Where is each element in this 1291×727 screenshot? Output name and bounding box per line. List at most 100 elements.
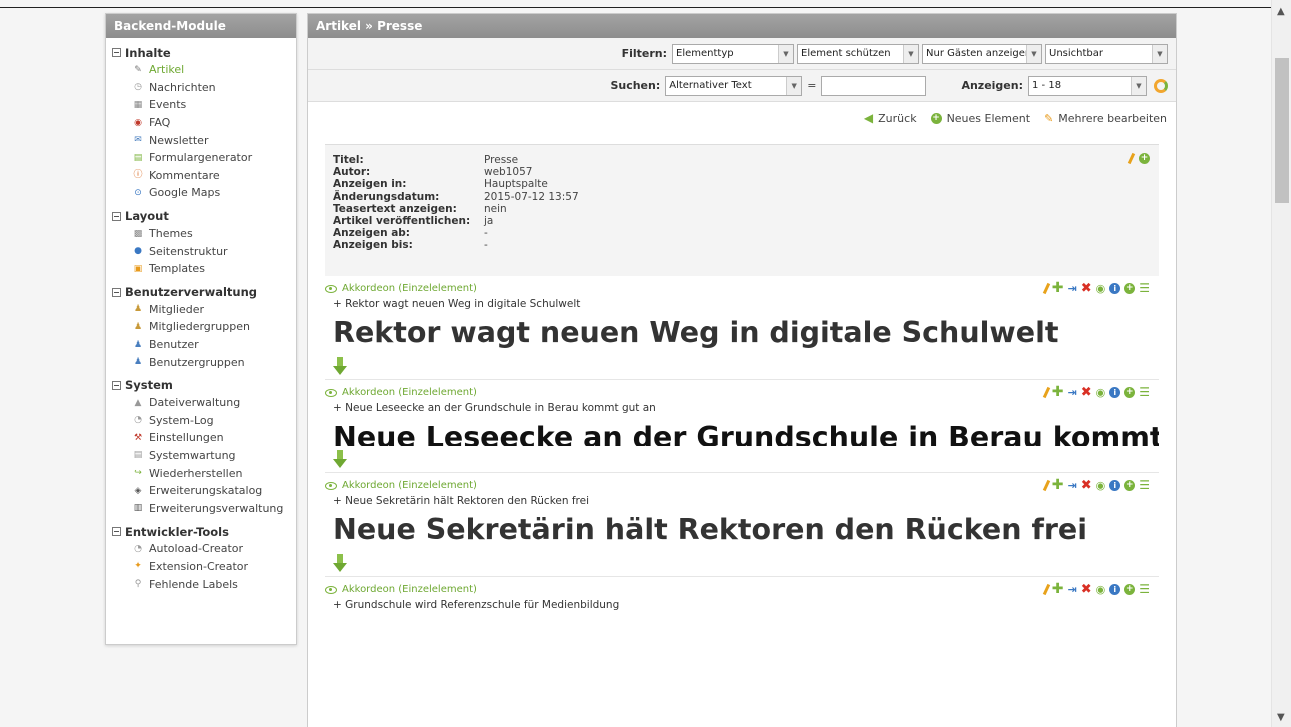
sidebar-item-autoload-creator[interactable]: ◔ Autoload-Creator: [106, 540, 296, 558]
delete-icon[interactable]: ✖: [1081, 478, 1092, 493]
element-headline: Neue Sekretärin hält Rektoren den Rücken…: [333, 513, 1088, 546]
element-tools: ✚ ⇥ ✖ ◉ i + ☰: [1042, 384, 1150, 400]
scroll-up-icon[interactable]: ▲: [1277, 6, 1285, 17]
eye-icon: [325, 481, 337, 490]
nav-group-toggle[interactable]: Layout: [106, 208, 296, 225]
eye-icon: [325, 284, 337, 293]
delete-icon[interactable]: ✖: [1081, 582, 1092, 597]
drag-handle-icon[interactable]: ☰: [1139, 582, 1150, 596]
search-field-select[interactable]: Alternativer Text ▼: [665, 75, 803, 96]
drag-handle-icon[interactable]: ☰: [1139, 281, 1150, 295]
paste-after-icon[interactable]: +: [1124, 479, 1136, 491]
drag-handle-icon[interactable]: ☰: [1139, 385, 1150, 399]
sidebar-item-system-log[interactable]: ◔ System-Log: [106, 412, 296, 430]
sidebar-item-nachrichten[interactable]: ◷ Nachrichten: [106, 79, 296, 97]
top-border: [0, 7, 1271, 8]
edit-multiple-button[interactable]: ✎ Mehrere bearbeiten: [1044, 112, 1167, 125]
content-element: Akkordeon (Einzelelement) ✚ ⇥ ✖ ◉ i + ☰ …: [325, 577, 1159, 614]
sidebar-item-erweiterungsverwaltung[interactable]: ▥ Erweiterungsverwaltung: [106, 499, 296, 517]
sidebar-item-extension-creator[interactable]: ✦ Extension-Creator: [106, 558, 296, 576]
element-tools: ✚ ⇥ ✖ ◉ i + ☰: [1042, 477, 1150, 493]
sidebar-item-kommentare[interactable]: ⓘ Kommentare: [106, 167, 296, 185]
news-icon: ◷: [134, 82, 142, 93]
add-icon[interactable]: ✚: [1052, 280, 1064, 296]
filter-invisible-select[interactable]: Unsichtbar ▼: [1045, 43, 1168, 64]
nav-group-toggle[interactable]: Inhalte: [106, 44, 296, 61]
back-button[interactable]: ◀ Zurück: [864, 111, 917, 125]
form-icon: ▤: [133, 152, 143, 163]
paste-after-icon[interactable]: +: [1124, 282, 1136, 294]
reload-icon[interactable]: [1154, 78, 1168, 93]
element-arrow: [325, 446, 1159, 472]
sidebar-item-wiederherstellen[interactable]: ↪ Wiederherstellen: [106, 464, 296, 482]
drag-handle-icon[interactable]: ☰: [1139, 478, 1150, 492]
add-icon[interactable]: ✚: [1052, 384, 1064, 400]
extension-catalog-icon: ◈: [134, 485, 142, 496]
sidebar-item-google-maps[interactable]: ⊙ Google Maps: [106, 184, 296, 202]
sidebar-item-events[interactable]: ▦ Events: [106, 96, 296, 114]
nav-group-toggle[interactable]: Benutzerverwaltung: [106, 284, 296, 301]
show-range-select[interactable]: 1 - 18 ▼: [1028, 75, 1147, 96]
element-type: Akkordeon (Einzelelement): [325, 473, 1159, 493]
chevron-down-icon: ▼: [1131, 76, 1146, 95]
sidebar-item-faq[interactable]: ◉ FAQ: [106, 114, 296, 132]
move-icon[interactable]: ⇥: [1068, 583, 1077, 596]
add-icon[interactable]: ✚: [1052, 477, 1064, 493]
sidebar-item-benutzergruppen[interactable]: ♟ Benutzergruppen: [106, 353, 296, 371]
autoload-icon: ◔: [134, 543, 142, 554]
element-tools: ✚ ⇥ ✖ ◉ i + ☰: [1042, 581, 1150, 597]
sidebar-item-fehlende-labels[interactable]: ⚲ Fehlende Labels: [106, 575, 296, 593]
info-icon[interactable]: i: [1109, 479, 1121, 491]
sidebar-item-templates[interactable]: ▣ Templates: [106, 260, 296, 278]
pencil-icon: ✎: [1044, 111, 1054, 125]
filter-protected-select[interactable]: Element schützen ▼: [797, 43, 919, 64]
add-element-icon[interactable]: +: [1139, 153, 1150, 164]
settings-icon: ⚒: [133, 432, 143, 443]
sidebar-item-mitglieder[interactable]: ♟ Mitglieder: [106, 301, 296, 319]
filter-guests-select[interactable]: Nur Gästen anzeigen ▼: [922, 43, 1042, 64]
move-icon[interactable]: ⇥: [1068, 282, 1077, 295]
sidebar-item-mitgliedergruppen[interactable]: ♟ Mitgliedergruppen: [106, 318, 296, 336]
toggle-visibility-icon[interactable]: ◉: [1096, 282, 1106, 295]
newsletter-icon: ✉: [134, 135, 142, 146]
delete-icon[interactable]: ✖: [1081, 385, 1092, 400]
sidebar-item-seitenstruktur[interactable]: ● Seitenstruktur: [106, 242, 296, 260]
page-scrollbar[interactable]: ▲ ▼: [1271, 0, 1291, 727]
nav-group-toggle[interactable]: System: [106, 377, 296, 394]
filter-row: Filtern: Elementtyp ▼ Element schützen ▼ N…: [308, 38, 1176, 70]
move-icon[interactable]: ⇥: [1068, 479, 1077, 492]
sidebar-item-einstellungen[interactable]: ⚒ Einstellungen: [106, 429, 296, 447]
sidebar-item-systemwartung[interactable]: ▤ Systemwartung: [106, 447, 296, 465]
scroll-down-icon[interactable]: ▼: [1277, 712, 1285, 723]
toggle-visibility-icon[interactable]: ◉: [1096, 479, 1106, 492]
nav-group-inhalte: Inhalte ✎ Artikel ◷ Nachrichten ▦ Events ◉ F…: [106, 44, 296, 202]
back-arrow-icon: ◀: [863, 111, 874, 125]
sidebar-item-dateiverwaltung[interactable]: ▲ Dateiverwaltung: [106, 394, 296, 412]
info-icon[interactable]: i: [1109, 583, 1121, 595]
nav-group-toggle[interactable]: Entwickler-Tools: [106, 523, 296, 540]
info-icon[interactable]: i: [1109, 282, 1121, 294]
element-summary: + Rektor wagt neuen Weg in digitale Schu…: [333, 298, 581, 310]
sidebar-item-benutzer[interactable]: ♟ Benutzer: [106, 336, 296, 354]
scrollbar-thumb[interactable]: [1275, 58, 1289, 203]
sidebar-item-newsletter[interactable]: ✉ Newsletter: [106, 131, 296, 149]
info-icon[interactable]: i: [1109, 386, 1121, 398]
new-element-button[interactable]: + Neues Element: [930, 112, 1030, 125]
sidebar-item-formulargenerator[interactable]: ▤ Formulargenerator: [106, 149, 296, 167]
delete-icon[interactable]: ✖: [1081, 281, 1092, 296]
toggle-visibility-icon[interactable]: ◉: [1096, 583, 1106, 596]
paste-after-icon[interactable]: +: [1124, 583, 1136, 595]
sidebar-item-themes[interactable]: ▩ Themes: [106, 225, 296, 243]
move-icon[interactable]: ⇥: [1068, 386, 1077, 399]
search-input[interactable]: [821, 75, 927, 96]
article-info: Titel: Presse Autor: web1057 Anzeigen in: H…: [325, 144, 1159, 276]
filter-elementtyp-select[interactable]: Elementtyp ▼: [672, 43, 794, 64]
sidebar-item-artikel[interactable]: ✎ Artikel: [106, 61, 296, 79]
search-label: Suchen:: [610, 79, 661, 92]
content-element: Akkordeon (Einzelelement) ✚ ⇥ ✖ ◉ i + ☰ …: [325, 276, 1159, 380]
toggle-visibility-icon[interactable]: ◉: [1096, 386, 1106, 399]
add-icon[interactable]: ✚: [1052, 581, 1064, 597]
user-groups-icon: ♟: [133, 357, 143, 368]
paste-after-icon[interactable]: +: [1124, 386, 1136, 398]
sidebar-item-erweiterungskatalog[interactable]: ◈ Erweiterungskatalog: [106, 482, 296, 500]
